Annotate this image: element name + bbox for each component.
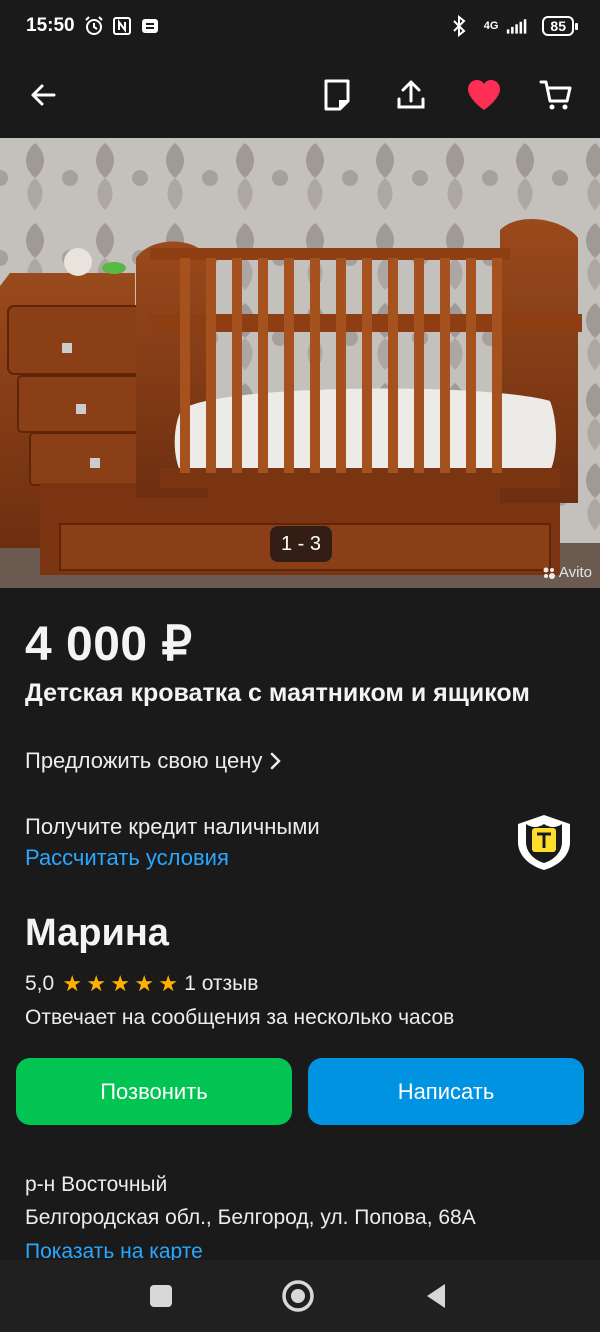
response-time: Отвечает на сообщения за несколько часов (25, 1006, 455, 1029)
note-button[interactable] (314, 72, 360, 118)
star-icon: ★ (110, 971, 131, 996)
watermark-text: Avito (558, 564, 592, 581)
status-time: 15:50 (26, 15, 75, 36)
note-icon (324, 79, 350, 111)
triangle-back-icon (427, 1284, 445, 1308)
rating-stars: ★ ★ ★ ★ ★ (60, 973, 180, 995)
listing-title: Детская кроватка с маятником и ящиком (25, 679, 530, 707)
reviews-count: 1 отзыв (184, 972, 259, 995)
watermark: Avito (542, 564, 592, 581)
show-on-map-link[interactable]: Показать на карте (25, 1240, 203, 1260)
alarm-icon (83, 15, 105, 37)
favorite-button[interactable] (461, 72, 507, 118)
credit-text: Получите кредит наличными (25, 814, 320, 839)
seller-name[interactable]: Марина (25, 912, 169, 955)
network-type: 4G (483, 20, 499, 32)
photo-counter: 1 - 3 (270, 526, 332, 562)
recent-apps-button[interactable] (143, 1278, 179, 1314)
circle-icon (282, 1280, 314, 1312)
star-icon: ★ (134, 971, 155, 996)
district: р-н Восточный (25, 1173, 168, 1196)
cart-button[interactable] (533, 72, 579, 118)
cart-icon (539, 80, 572, 110)
offer-price-link[interactable]: Предложить свою цену (25, 748, 282, 774)
back-button[interactable] (20, 72, 66, 118)
star-icon: ★ (62, 971, 83, 996)
call-button[interactable]: Позвонить (16, 1058, 292, 1125)
battery-indicator: 85 (542, 16, 578, 36)
bluetooth-icon (448, 15, 470, 37)
avito-logo-icon (543, 567, 555, 579)
seller-rating[interactable]: 5,0 ★ ★ ★ ★ ★ 1 отзыв (25, 972, 258, 996)
rating-value: 5,0 (25, 972, 55, 995)
address: Белгородская обл., Белгород, ул. Попова,… (25, 1206, 476, 1229)
chevron-right-icon (271, 752, 282, 770)
notification-icon (139, 15, 161, 37)
heart-icon (468, 80, 500, 110)
star-icon: ★ (86, 971, 107, 996)
nfc-icon (111, 15, 133, 37)
calculate-terms-link[interactable]: Рассчитать условия (25, 845, 229, 871)
star-icon: ★ (158, 971, 179, 996)
arrow-left-icon (31, 84, 56, 106)
bank-logo-icon[interactable] (512, 812, 576, 872)
square-icon (150, 1285, 172, 1307)
system-nav-bar (0, 1260, 600, 1332)
status-bar: 15:50 4G 85 (0, 0, 600, 52)
price: 4 000 ₽ (25, 618, 193, 671)
signal-icon (506, 15, 528, 37)
share-button[interactable] (388, 72, 434, 118)
product-photo[interactable] (0, 138, 600, 588)
back-nav-button[interactable] (418, 1278, 454, 1314)
home-button[interactable] (280, 1278, 316, 1314)
write-button[interactable]: Написать (308, 1058, 584, 1125)
top-toolbar (0, 52, 600, 138)
share-icon (397, 80, 425, 109)
offer-price-label: Предложить свою цену (25, 748, 263, 773)
